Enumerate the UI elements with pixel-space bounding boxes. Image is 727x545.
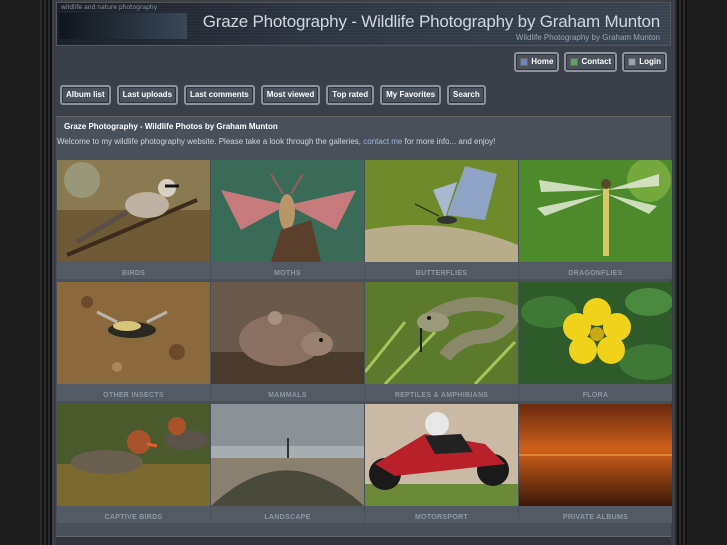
album-caption[interactable]: LANDSCAPE: [211, 514, 364, 521]
album-tile-landscape[interactable]: LANDSCAPE: [211, 404, 364, 523]
header-tagline: wildlife and nature photography: [61, 4, 158, 11]
album-thumbnail[interactable]: [519, 404, 672, 506]
album-thumbnail[interactable]: [211, 282, 364, 384]
album-thumbnail[interactable]: [211, 160, 364, 262]
most-viewed-button[interactable]: Most viewed: [260, 85, 321, 105]
right-rail: [675, 0, 687, 545]
contact-me-link[interactable]: contact me: [363, 137, 402, 146]
album-caption[interactable]: BIRDS: [57, 270, 210, 277]
welcome-text: Welcome to my wildlife photography websi…: [57, 137, 495, 146]
album-tile-butterflies[interactable]: BUTTERFLIES: [365, 160, 518, 279]
last-uploads-button[interactable]: Last uploads: [116, 85, 179, 105]
album-caption[interactable]: MOTORSPORT: [365, 514, 518, 521]
album-caption[interactable]: MAMMALS: [211, 392, 364, 399]
site-title: Graze Photography - Wildlife Photography…: [202, 12, 660, 31]
album-thumbnail[interactable]: [57, 282, 210, 384]
search-button[interactable]: Search: [447, 85, 486, 105]
welcome-before: Welcome to my wildlife photography websi…: [57, 137, 362, 146]
album-thumbnail[interactable]: [519, 282, 672, 384]
album-caption[interactable]: OTHER INSECTS: [57, 392, 210, 399]
album-caption[interactable]: BUTTERFLIES: [365, 270, 518, 277]
album-tile-motorsport[interactable]: MOTORSPORT: [365, 404, 518, 523]
last-comments-button[interactable]: Last comments: [184, 85, 255, 105]
album-tile-captive-birds[interactable]: CAPTIVE BIRDS: [57, 404, 210, 523]
album-list-button[interactable]: Album list: [60, 85, 111, 105]
album-caption[interactable]: DRAGONFLIES: [519, 270, 672, 277]
album-thumbnail[interactable]: [365, 282, 518, 384]
album-tile-flora[interactable]: FLORA: [519, 282, 672, 401]
album-thumbnail[interactable]: [211, 404, 364, 506]
site-header: wildlife and nature photography Graze Ph…: [56, 2, 671, 46]
page-frame: wildlife and nature photography Graze Ph…: [52, 0, 675, 545]
album-caption[interactable]: CAPTIVE BIRDS: [57, 514, 210, 521]
album-caption[interactable]: MOTHS: [211, 270, 364, 277]
my-favorites-button[interactable]: My Favorites: [380, 85, 442, 105]
contact-icon: [570, 58, 579, 66]
login-button[interactable]: Login: [622, 52, 667, 72]
home-label: Home: [531, 57, 554, 66]
album-tile-dragonflies[interactable]: DRAGONFLIES: [519, 160, 672, 279]
login-icon: [628, 58, 637, 66]
album-grid: BIRDS MOTHS BUTTERFLIES DRAGONFLIES OTHE…: [57, 160, 672, 523]
album-thumbnail[interactable]: [57, 160, 210, 262]
login-label: Login: [639, 57, 661, 66]
album-tile-moths[interactable]: MOTHS: [211, 160, 364, 279]
album-tile-reptiles-amphibians[interactable]: REPTILES & AMPHIBIANS: [365, 282, 518, 401]
album-thumbnail[interactable]: [57, 404, 210, 506]
top-navigation: Home Contact Login: [514, 52, 667, 72]
left-rail: [40, 0, 52, 545]
album-tile-mammals[interactable]: MAMMALS: [211, 282, 364, 401]
home-icon: [520, 58, 529, 66]
footer-bar: [56, 536, 671, 545]
content-title: Graze Photography - Wildlife Photos by G…: [64, 122, 278, 131]
home-button[interactable]: Home: [514, 52, 560, 72]
album-tile-birds[interactable]: BIRDS: [57, 160, 210, 279]
gallery-menu: Album list Last uploads Last comments Mo…: [60, 85, 486, 105]
header-logo-image: [59, 13, 187, 39]
site-subtitle: Wildlife Photography by Graham Munton: [515, 33, 660, 42]
main-content: Graze Photography - Wildlife Photos by G…: [56, 116, 672, 537]
album-thumbnail[interactable]: [365, 404, 518, 506]
album-thumbnail[interactable]: [365, 160, 518, 262]
top-rated-button[interactable]: Top rated: [326, 85, 375, 105]
album-tile-private-albums[interactable]: PRIVATE ALBUMS: [519, 404, 672, 523]
album-caption[interactable]: FLORA: [519, 392, 672, 399]
album-caption[interactable]: PRIVATE ALBUMS: [519, 514, 672, 521]
contact-label: Contact: [581, 57, 612, 66]
album-caption[interactable]: REPTILES & AMPHIBIANS: [365, 392, 518, 399]
album-thumbnail[interactable]: [519, 160, 672, 262]
contact-button[interactable]: Contact: [564, 52, 618, 72]
album-tile-other-insects[interactable]: OTHER INSECTS: [57, 282, 210, 401]
welcome-after: for more info... and enjoy!: [404, 137, 496, 146]
